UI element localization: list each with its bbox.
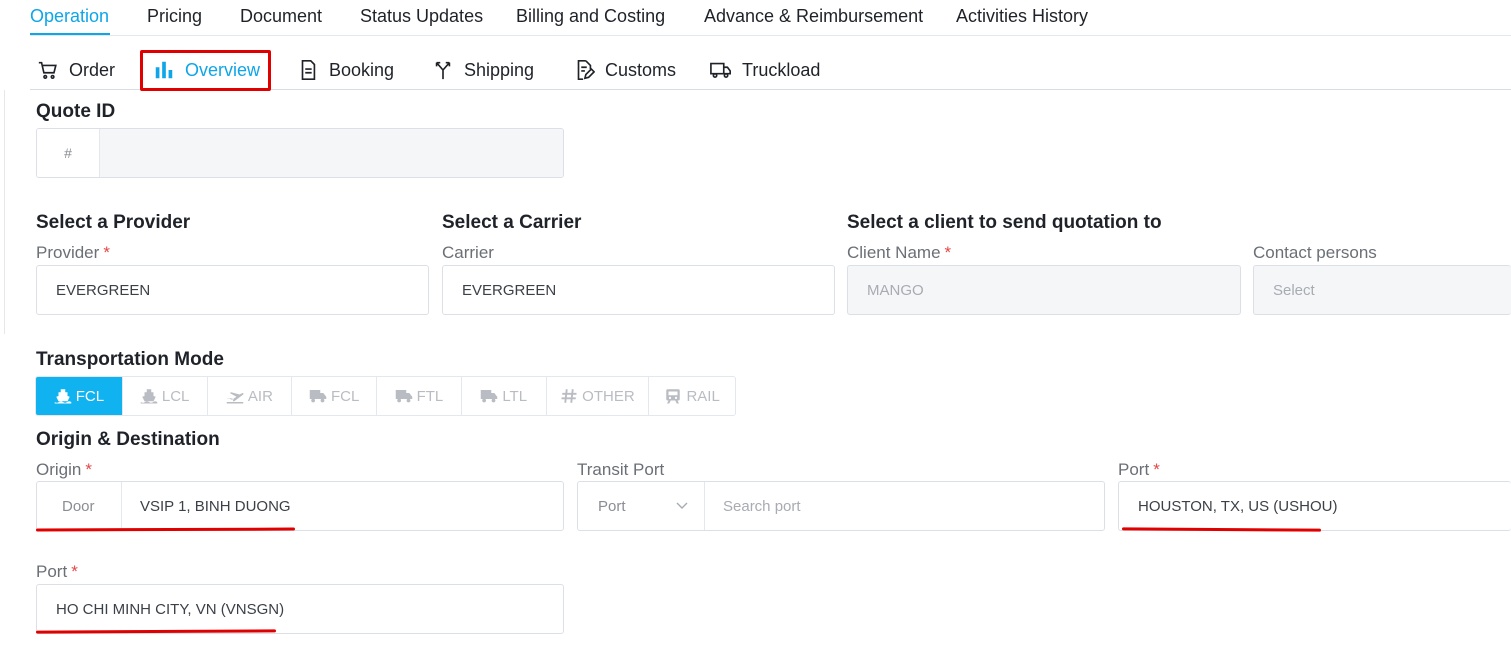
subtab-booking[interactable]: Booking	[297, 50, 394, 90]
quote-id-title: Quote ID	[36, 101, 116, 122]
transit-port-search[interactable]: Search port	[705, 482, 1104, 530]
mode-rail[interactable]: RAIL	[649, 377, 735, 415]
provider-label: Provider *	[36, 243, 110, 262]
carrier-select[interactable]: EVERGREEN	[442, 265, 835, 315]
transit-port-field: Port Search port	[577, 481, 1105, 531]
tab-pricing[interactable]: Pricing	[147, 6, 202, 27]
ship-icon	[140, 389, 158, 404]
subtab-shipping-label: Shipping	[464, 59, 535, 80]
tab-advance-reimbursement[interactable]: Advance & Reimbursement	[704, 6, 923, 27]
contact-persons-select[interactable]: Select	[1253, 265, 1511, 315]
truck-icon	[481, 390, 498, 403]
quote-id-field: #	[36, 128, 564, 178]
mode-lcl-label: LCL	[161, 387, 190, 405]
tab-operation[interactable]: Operation	[30, 6, 109, 27]
left-divider	[4, 90, 5, 334]
mode-fcl-sea[interactable]: FCL	[36, 377, 123, 415]
transport-mode-group: FCL LCL AIR FCL FTL LTL OTHER RAIL	[35, 376, 736, 416]
tab-activities-history[interactable]: Activities History	[956, 6, 1088, 27]
subtab-shipping[interactable]: Shipping	[432, 50, 534, 90]
tab-billing-and-costing[interactable]: Billing and Costing	[516, 6, 665, 27]
mode-air[interactable]: AIR	[208, 377, 293, 415]
mode-air-label: AIR	[247, 387, 273, 405]
overview-highlight-annotation	[140, 50, 271, 91]
cart-icon	[38, 61, 57, 79]
client-name-label: Client Name *	[847, 243, 952, 262]
client-section-title: Select a client to send quotation to	[847, 212, 1162, 233]
origin-label: Origin *	[36, 460, 92, 479]
carrier-label: Carrier	[442, 243, 494, 262]
transit-type-select[interactable]: Port	[578, 482, 705, 530]
origin-destination-title: Origin & Destination	[36, 429, 220, 450]
mode-other-label: OTHER	[582, 387, 635, 405]
mode-fcl-truck-label: FCL	[330, 387, 360, 405]
provider-section-title: Select a Provider	[36, 212, 191, 233]
mode-ftl-label: FTL	[416, 387, 444, 405]
subtab-customs-label: Customs	[605, 59, 677, 80]
mode-fcl-sea-label: FCL	[75, 387, 105, 405]
tab-status-updates[interactable]: Status Updates	[360, 6, 483, 27]
chevron-down-icon	[676, 502, 688, 509]
mode-other[interactable]: OTHER	[547, 377, 650, 415]
mode-ftl[interactable]: FTL	[377, 377, 462, 415]
mode-fcl-truck[interactable]: FCL	[292, 377, 378, 415]
mode-rail-label: RAIL	[686, 387, 720, 405]
truck-icon	[710, 62, 731, 78]
mode-lcl[interactable]: LCL	[123, 377, 208, 415]
client-name-select[interactable]: MANGO	[847, 265, 1241, 315]
subtab-truckload[interactable]: Truckload	[710, 50, 820, 90]
mode-ltl-label: LTL	[502, 387, 528, 405]
origin-input[interactable]: VSIP 1, BINH DUONG	[122, 482, 563, 530]
truck-icon	[395, 390, 412, 403]
tab-document[interactable]: Document	[240, 6, 322, 27]
document-icon	[301, 60, 316, 80]
quote-id-input	[100, 129, 563, 177]
transport-mode-title: Transportation Mode	[36, 349, 224, 370]
subtab-truckload-label: Truckload	[742, 59, 821, 80]
subtab-booking-label: Booking	[329, 59, 395, 80]
top-tab-bar: Operation Pricing Document Status Update…	[30, 0, 1511, 36]
edit-document-icon	[577, 60, 595, 80]
transit-port-label: Transit Port	[577, 460, 665, 479]
quote-id-prefix: #	[37, 129, 100, 177]
contact-persons-label: Contact persons	[1253, 243, 1377, 262]
subtab-order-label: Order	[69, 59, 116, 80]
truck-icon	[309, 390, 327, 403]
fork-icon	[435, 61, 451, 80]
destination-port-select[interactable]: HOUSTON, TX, US (USHOU)	[1118, 481, 1511, 531]
subtab-order[interactable]: Order	[37, 50, 115, 90]
transit-type-label: Port	[598, 497, 626, 515]
origin-type-select[interactable]: Door	[37, 482, 122, 530]
carrier-section-title: Select a Carrier	[442, 212, 582, 233]
subtab-customs[interactable]: Customs	[573, 50, 676, 90]
mode-ltl[interactable]: LTL	[462, 377, 547, 415]
destination-port-label: Port *	[1118, 460, 1160, 479]
annotation-underline-destination-port	[1121, 527, 1322, 532]
ship-icon	[54, 389, 71, 404]
hash-icon	[561, 389, 577, 403]
plane-icon	[226, 392, 244, 404]
provider-select[interactable]: EVERGREEN	[36, 265, 429, 315]
origin-field: Door VSIP 1, BINH DUONG	[36, 481, 564, 531]
origin-port-select[interactable]: HO CHI MINH CITY, VN (VNSGN)	[36, 584, 564, 634]
active-tab-indicator	[30, 33, 110, 35]
origin-port-label: Port *	[36, 562, 78, 581]
train-icon	[666, 389, 681, 404]
